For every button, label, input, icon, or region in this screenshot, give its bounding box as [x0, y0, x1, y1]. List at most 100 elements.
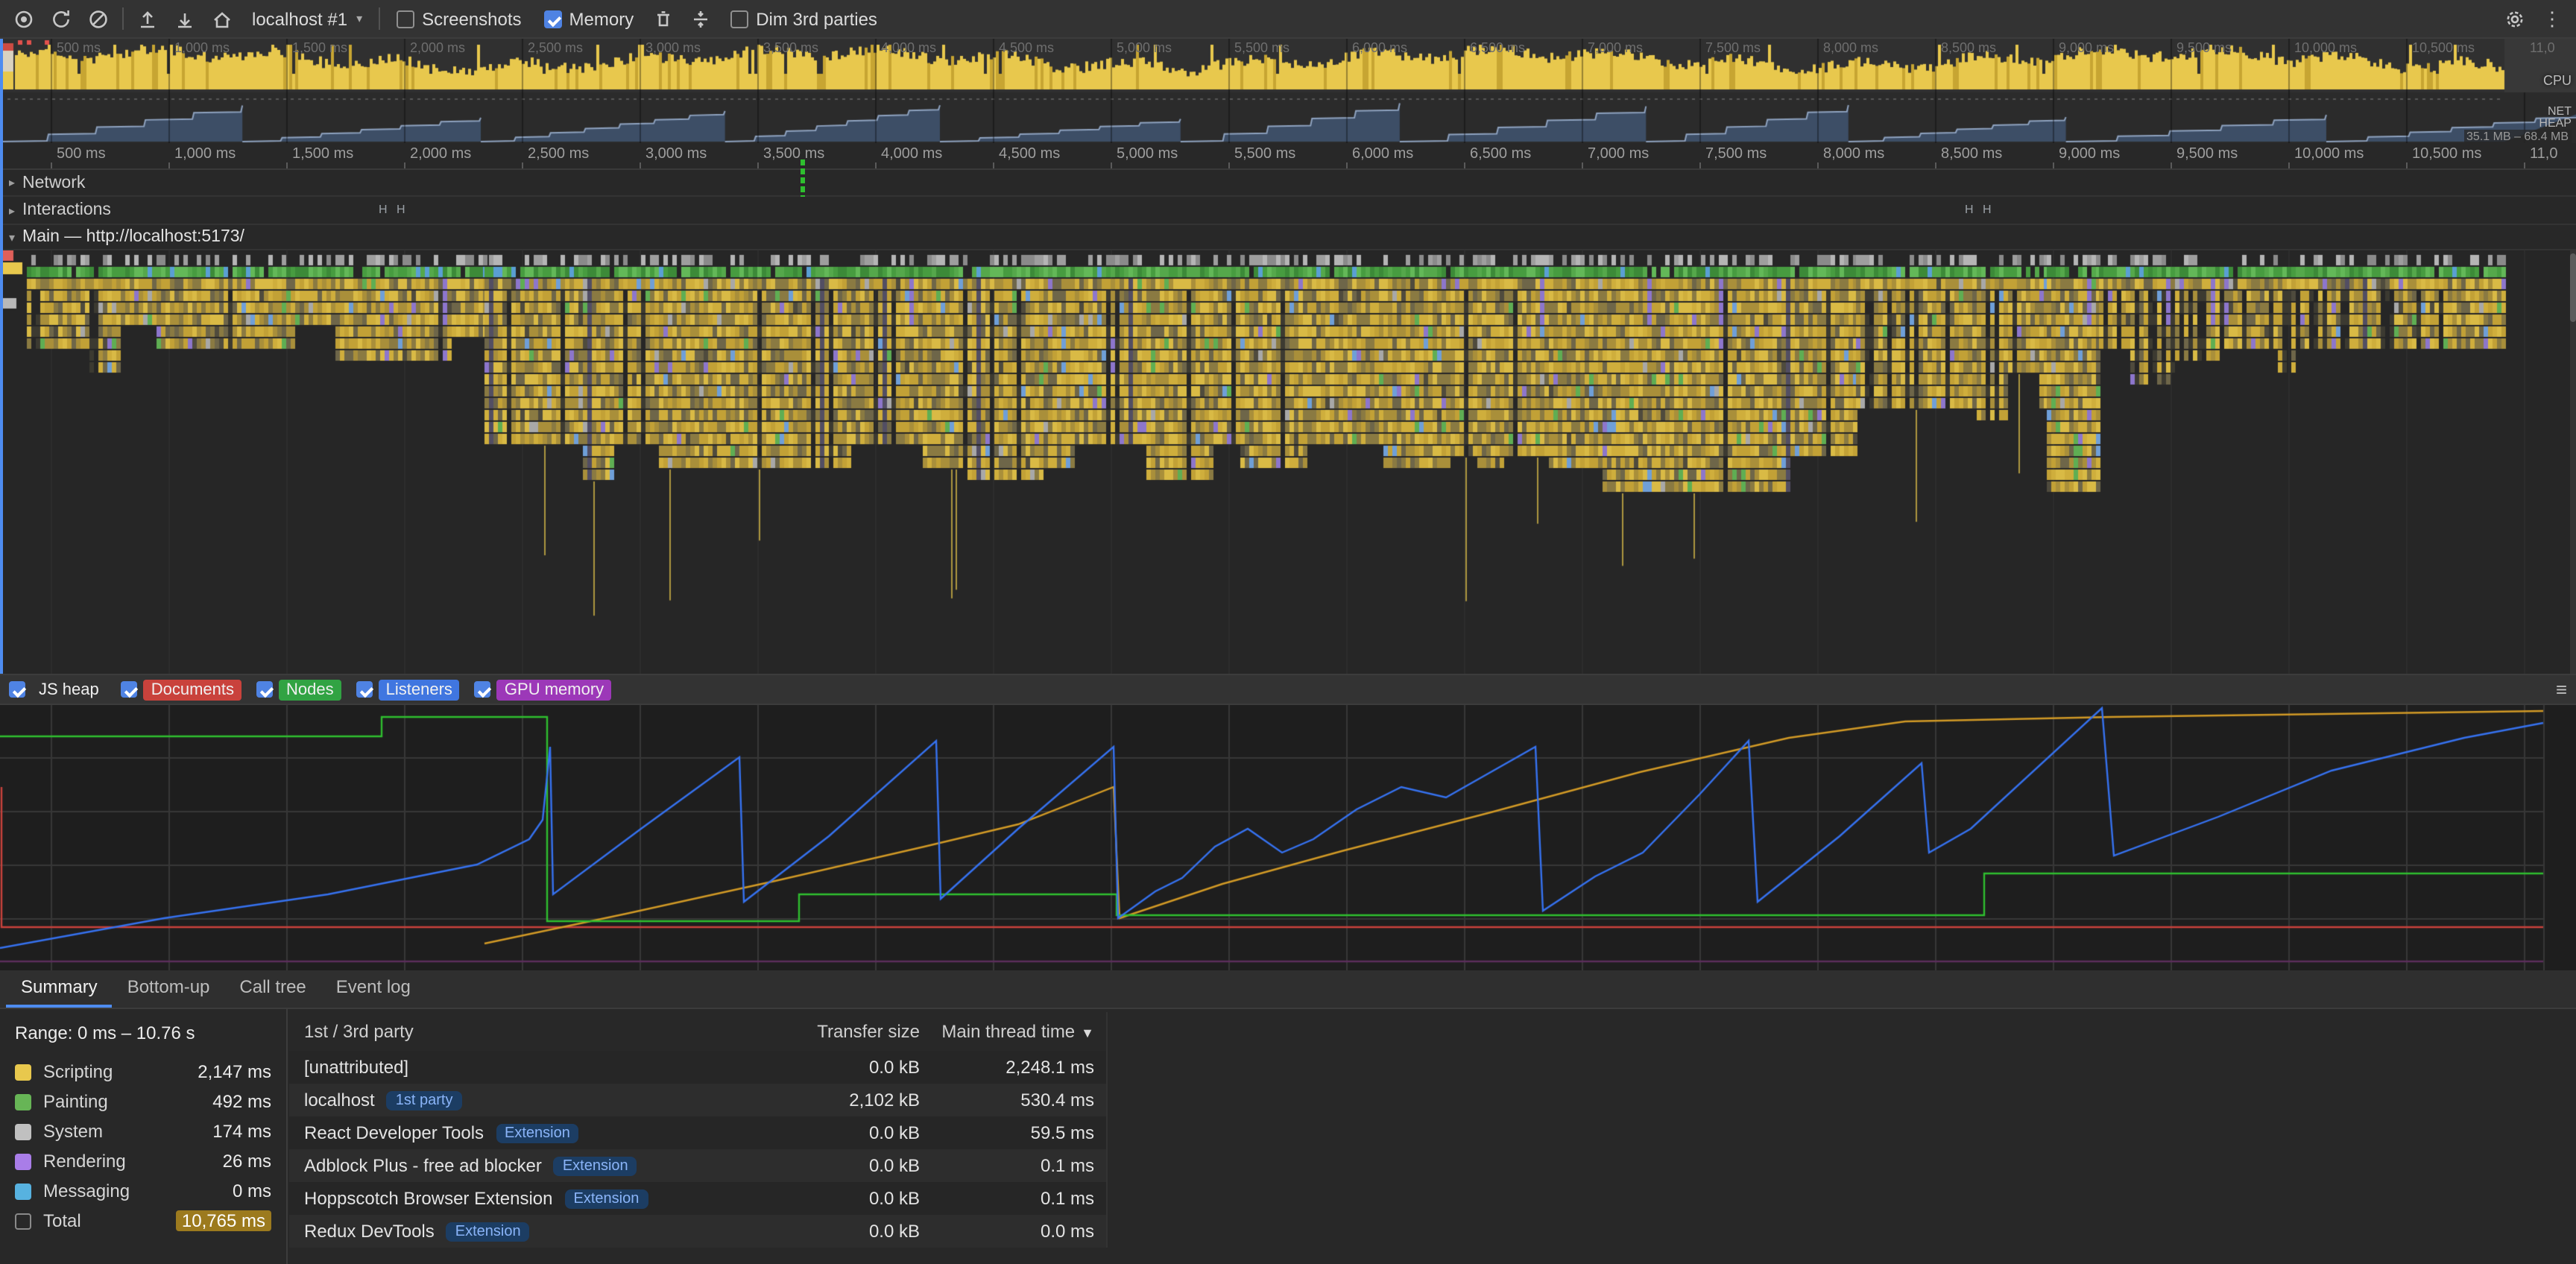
sort-indicator-icon: ▼: [1081, 1026, 1094, 1040]
track-main[interactable]: ▾ Main — http://localhost:5173/: [0, 225, 2576, 250]
tab-event-log[interactable]: Event log: [321, 969, 426, 1008]
ruler-tick-label: 8,500 ms: [1941, 146, 2002, 162]
party-name: Adblock Plus - free ad blocker: [304, 1155, 542, 1176]
counter-label: Documents: [144, 679, 242, 700]
ruler-tick-mark: [1346, 162, 1348, 168]
legend-value: 26 ms: [223, 1151, 271, 1172]
legend-swatch: [15, 1093, 31, 1110]
target-selector-label: localhost #1: [252, 8, 347, 29]
ruler-tick-mark: [1111, 162, 1112, 168]
counter-toggle-listeners[interactable]: Listeners: [356, 679, 460, 700]
checkbox-icon: [9, 681, 25, 698]
ruler-tick-mark: [875, 162, 877, 168]
memory-checkbox[interactable]: Memory: [544, 8, 634, 29]
panel-focus-edge: [0, 39, 3, 674]
main-thread-time-value: 0.1 ms: [920, 1155, 1106, 1176]
ruler-tick-label: 7,500 ms: [1705, 146, 1767, 162]
overview-tick-label: 1,000 ms: [174, 40, 230, 55]
capture-settings-button[interactable]: [2497, 2, 2533, 35]
disclosure-triangle-icon: ▸: [9, 176, 15, 189]
reload-and-record-button[interactable]: [43, 2, 79, 35]
scrollbar-thumb[interactable]: [2570, 253, 2576, 322]
memory-counters-graph[interactable]: [0, 705, 2576, 970]
ruler-tick-label: 3,500 ms: [763, 146, 824, 162]
table-row[interactable]: [unattributed]0.0 kB2,248.1 ms: [289, 1051, 1106, 1084]
ruler-tick-mark: [2406, 162, 2408, 168]
tab-summary[interactable]: Summary: [6, 969, 113, 1008]
track-network[interactable]: ▸ Network: [0, 170, 2576, 197]
table-row[interactable]: React Developer ToolsExtension0.0 kB59.5…: [289, 1116, 1106, 1149]
column-header-party[interactable]: 1st / 3rd party: [289, 1021, 741, 1042]
table-row[interactable]: Adblock Plus - free ad blocker Extension 0…: [289, 1149, 1106, 1182]
ruler-tick-label: 3,000 ms: [645, 146, 707, 162]
load-profile-button[interactable]: [130, 2, 165, 35]
column-header-main-thread-time[interactable]: Main thread time▼: [920, 1021, 1106, 1042]
ruler-tick-mark: [404, 162, 405, 168]
overview-tick-label: 9,500 ms: [2176, 40, 2232, 55]
counter-toggle-nodes[interactable]: Nodes: [256, 679, 341, 700]
dim-3rd-parties-checkbox[interactable]: Dim 3rd parties: [730, 8, 877, 29]
screenshots-label: Screenshots: [422, 8, 521, 29]
legend-swatch: [15, 1183, 31, 1199]
ruler-tick-label: 5,000 ms: [1117, 146, 1178, 162]
record-button[interactable]: [6, 2, 42, 35]
counter-label: Nodes: [279, 679, 341, 700]
range-label: Range: 0 ms – 10.76 s: [15, 1023, 271, 1043]
legend-row: Messaging0 ms: [15, 1176, 271, 1206]
dim-3rd-parties-label: Dim 3rd parties: [756, 8, 877, 29]
target-selector[interactable]: localhost #1 ▾: [242, 5, 373, 32]
legend-value: 174 ms: [212, 1121, 271, 1142]
memory-counters-toolbar: JS heap Documents Nodes Listeners GPU memory…: [0, 674, 2576, 705]
collapse-sections-button[interactable]: [683, 2, 719, 35]
tab-bottom-up[interactable]: Bottom-up: [113, 969, 225, 1008]
live-metrics-button[interactable]: [204, 2, 240, 35]
checkbox-icon: [121, 681, 138, 698]
table-row[interactable]: Hoppscotch Browser ExtensionExtension0.0…: [289, 1182, 1106, 1215]
legend-value: 10,765 ms: [176, 1210, 271, 1231]
save-profile-button[interactable]: [167, 2, 203, 35]
overview-tick-label: 7,000 ms: [1588, 40, 1643, 55]
timeline-overview[interactable]: 500 ms1,000 ms1,500 ms2,000 ms2,500 ms3,…: [0, 39, 2576, 143]
clear-recording-button[interactable]: [80, 2, 116, 35]
tab-call-tree[interactable]: Call tree: [224, 969, 321, 1008]
track-interactions[interactable]: ▸ Interactions HHHH: [0, 197, 2576, 225]
ruler-tick-label: 8,000 ms: [1823, 146, 1884, 162]
ruler-tick-mark: [1464, 162, 1465, 168]
checkbox-icon: [730, 10, 748, 28]
table-row[interactable]: Redux DevToolsExtension0.0 kB0.0 ms: [289, 1215, 1106, 1248]
ruler-tick-label: 9,000 ms: [2059, 146, 2120, 162]
counter-toggle-documents[interactable]: Documents: [121, 679, 242, 700]
home-icon: [210, 7, 234, 31]
ruler-tick-label: 6,000 ms: [1352, 146, 1413, 162]
ruler-tick-label: 10,500 ms: [2412, 146, 2481, 162]
flame-chart-canvas[interactable]: [0, 250, 2576, 674]
interaction-marker[interactable]: H: [379, 203, 388, 216]
party-name: localhost: [304, 1090, 375, 1110]
collect-garbage-button[interactable]: [645, 2, 681, 35]
interaction-marker[interactable]: H: [397, 203, 405, 216]
counter-toggle-js-heap[interactable]: JS heap: [9, 679, 107, 700]
column-header-transfer-size[interactable]: Transfer size: [741, 1021, 920, 1042]
counter-label: JS heap: [31, 679, 107, 700]
cpu-strip-label: CPU: [2543, 73, 2572, 88]
timeline-ruler: 500 ms1,000 ms1,500 ms2,000 ms2,500 ms3,…: [0, 143, 2576, 170]
interaction-marker[interactable]: H: [1965, 203, 1974, 216]
interaction-marker[interactable]: H: [1983, 203, 1992, 216]
legend-swatch: [15, 1123, 31, 1140]
legend-label: Scripting: [43, 1061, 186, 1082]
heap-range-label: 35.1 MB – 68.4 MB: [2463, 130, 2572, 143]
counters-menu-icon[interactable]: ≡: [2556, 678, 2567, 701]
more-options-button[interactable]: ⋮: [2534, 2, 2570, 35]
party-badge: Extension: [554, 1156, 637, 1175]
ruler-tick-label: 9,500 ms: [2176, 146, 2238, 162]
counter-toggle-gpu-memory[interactable]: GPU memory: [475, 679, 611, 700]
screenshots-checkbox[interactable]: Screenshots: [397, 8, 521, 29]
counters-canvas[interactable]: [0, 705, 2576, 970]
flame-scrollbar[interactable]: [2570, 250, 2576, 674]
table-row[interactable]: localhost1st party2,102 kB530.4 ms: [289, 1084, 1106, 1116]
overview-tick-label: 4,000 ms: [881, 40, 936, 55]
main-thread-flame-chart[interactable]: [0, 250, 2576, 674]
overview-tick-label: 5,000 ms: [1117, 40, 1172, 55]
main-thread-time-value: 0.1 ms: [920, 1188, 1106, 1209]
transfer-size-value: 0.0 kB: [741, 1221, 920, 1242]
